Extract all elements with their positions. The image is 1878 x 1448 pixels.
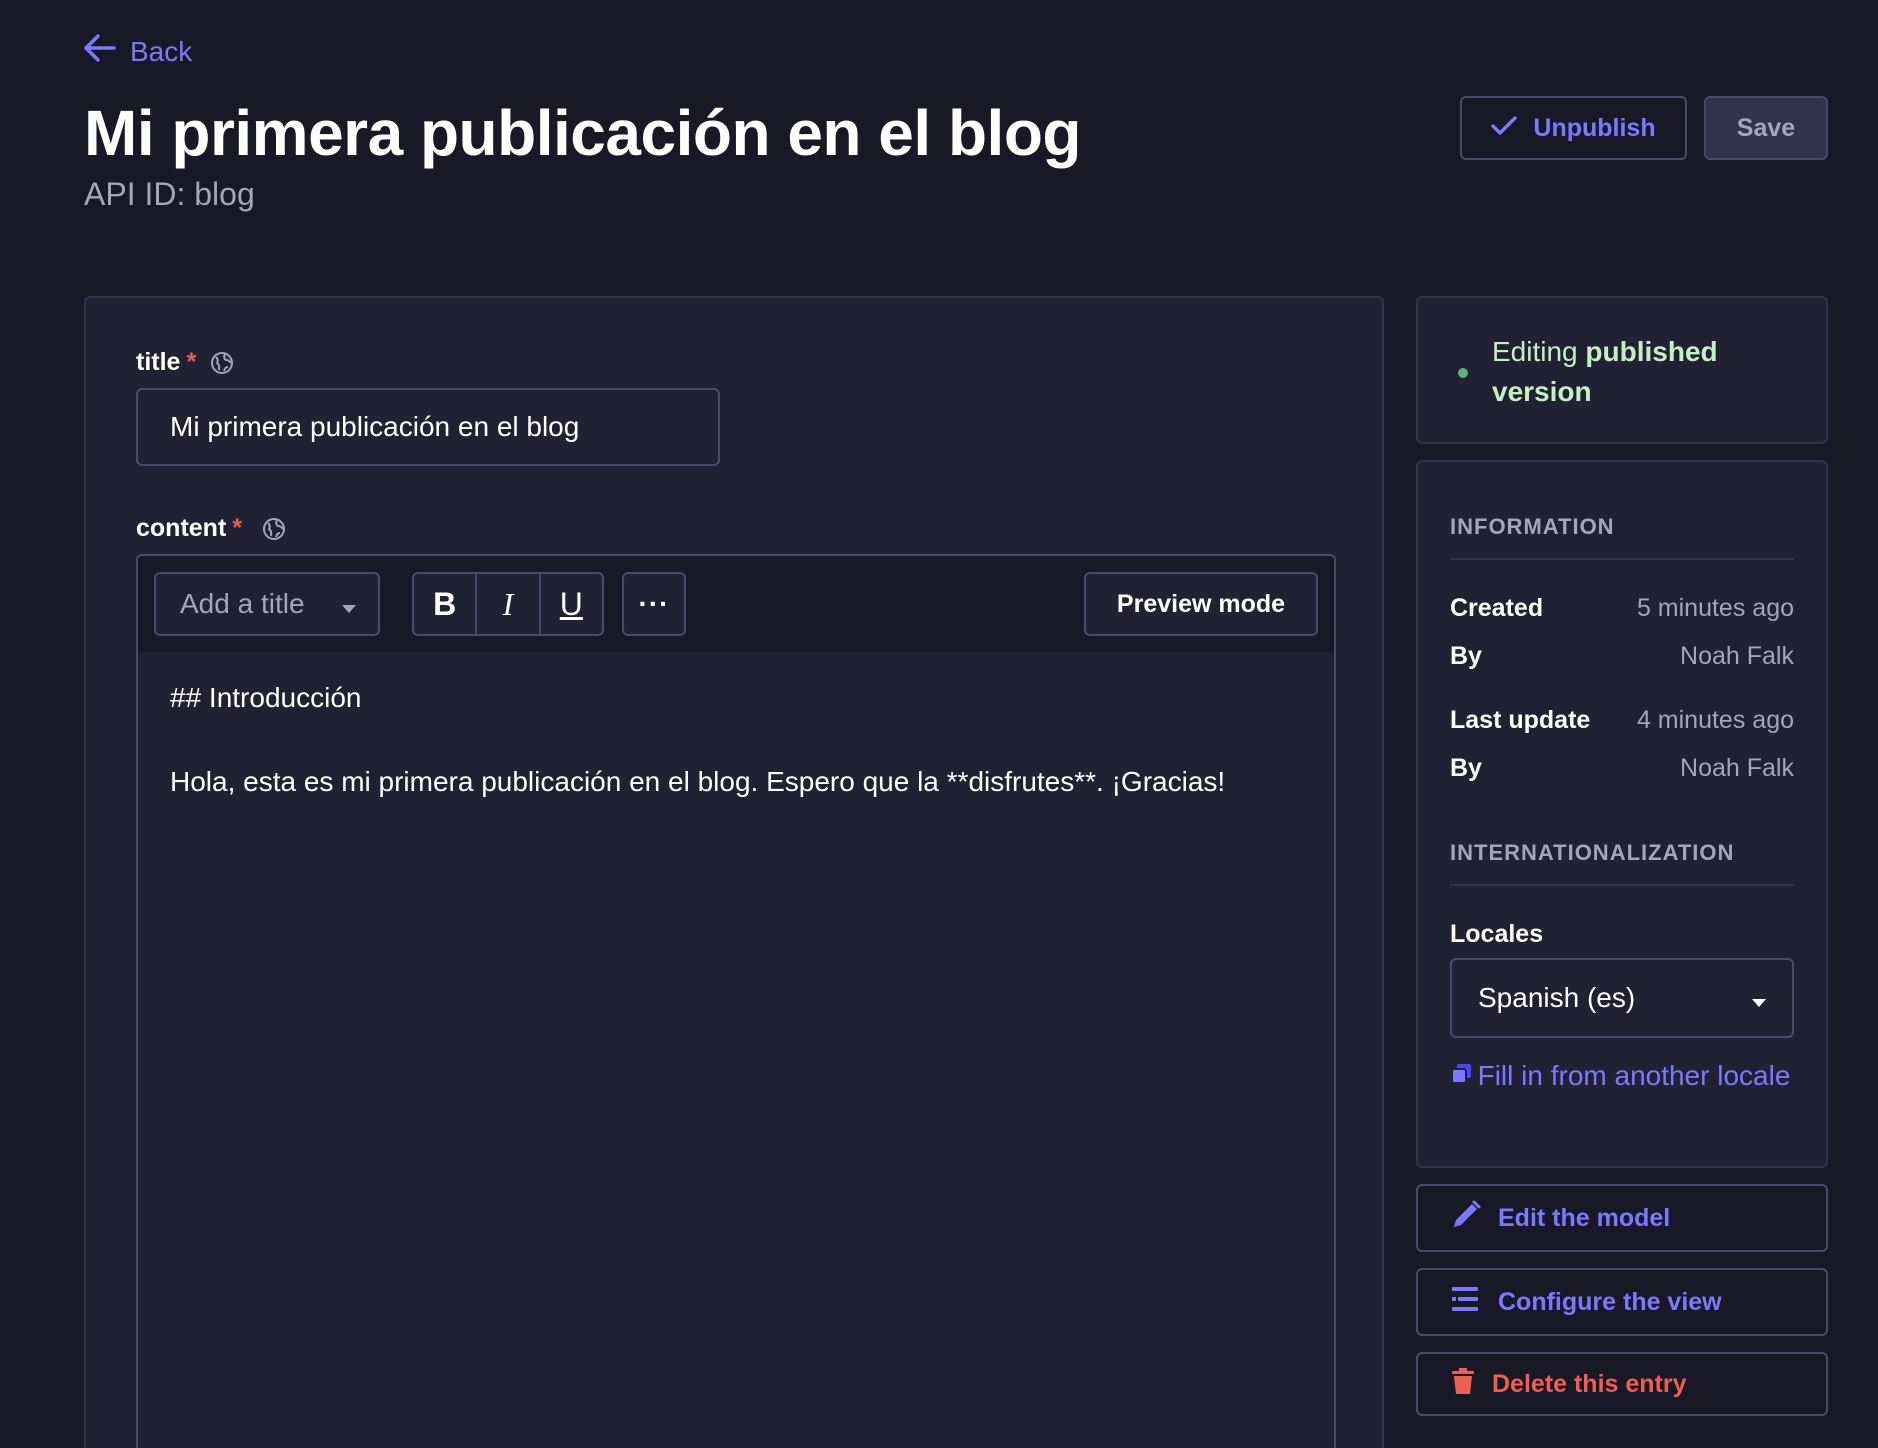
format-button-group: B I U [412, 572, 604, 636]
divider [1450, 558, 1794, 560]
info-key: By [1450, 754, 1482, 782]
content-label-text: content [136, 514, 227, 542]
information-card: INFORMATION Created 5 minutes ago By Noa… [1416, 460, 1828, 1168]
pencil-icon [1450, 1199, 1482, 1238]
configure-view-label: Configure the view [1498, 1287, 1722, 1316]
status-card: Editing published version [1416, 296, 1828, 444]
fill-from-locale-button[interactable]: Fill in from another locale [1450, 1056, 1794, 1096]
edit-form-card: title * Mi primera publicación en el blog… [84, 296, 1384, 1448]
configure-view-button[interactable]: Configure the view [1416, 1268, 1828, 1336]
info-key: Last update [1450, 706, 1591, 734]
locales-label-row: Locales [1450, 920, 1794, 949]
unpublish-button[interactable]: Unpublish [1460, 96, 1687, 160]
required-mark: * [186, 348, 197, 376]
title-label-text: title [136, 348, 181, 376]
heading-select[interactable]: Add a title [154, 572, 380, 636]
status-prefix: Editing [1492, 336, 1578, 367]
editor-line[interactable]: Hola, esta es mi primera publicación en … [170, 766, 1225, 798]
page-title: Mi primera publicación en el blog [84, 97, 1082, 169]
check-icon [1491, 114, 1518, 143]
edit-model-button[interactable]: Edit the model [1416, 1184, 1828, 1252]
title-field-label: title * [136, 348, 234, 377]
italic-button[interactable]: I [477, 574, 541, 634]
info-key: Created [1450, 594, 1544, 622]
list-layout-icon [1450, 1283, 1482, 1322]
save-button[interactable]: Save [1704, 96, 1828, 160]
info-value: Noah Falk [1680, 642, 1794, 670]
preview-mode-button[interactable]: Preview mode [1084, 572, 1318, 636]
delete-entry-button[interactable]: Delete this entry [1416, 1352, 1828, 1416]
info-value: 5 minutes ago [1636, 594, 1794, 622]
fill-from-locale-label: Fill in from another locale [1477, 1060, 1791, 1091]
info-value: 4 minutes ago [1636, 706, 1794, 734]
info-key: By [1450, 642, 1482, 670]
api-id: API ID: blog [84, 176, 255, 212]
heading-select-placeholder: Add a title [180, 588, 305, 619]
editor-toolbar: Add a title B I U ··· Preview mode [138, 556, 1334, 652]
internationalization-heading: INTERNATIONALIZATION [1450, 840, 1735, 865]
trash-icon [1450, 1367, 1476, 1402]
content-field-label: content * [136, 514, 286, 543]
status-text: Editing published version [1492, 332, 1792, 412]
markdown-editor[interactable]: Add a title B I U ··· Preview mode ## In… [136, 554, 1336, 1448]
back-label: Back [130, 35, 193, 67]
globe-icon [262, 517, 286, 541]
information-heading: INFORMATION [1450, 514, 1615, 539]
back-link[interactable]: Back [84, 34, 192, 69]
globe-icon [210, 351, 234, 375]
status-dot [1458, 368, 1468, 378]
info-row-created: Created 5 minutes ago [1450, 594, 1794, 623]
caret-down-icon [342, 588, 356, 620]
locale-select-value: Spanish (es) [1478, 982, 1636, 1013]
caret-down-icon [1752, 982, 1766, 1014]
title-input[interactable]: Mi primera publicación en el blog [136, 388, 720, 466]
divider [1450, 884, 1794, 886]
delete-entry-label: Delete this entry [1492, 1369, 1687, 1398]
arrow-left-icon [84, 34, 116, 69]
editor-line[interactable]: ## Introducción [170, 682, 361, 714]
info-row-last-update: Last update 4 minutes ago [1450, 706, 1794, 735]
unpublish-label: Unpublish [1533, 113, 1656, 142]
locales-label: Locales [1450, 920, 1544, 948]
edit-model-label: Edit the model [1498, 1203, 1671, 1232]
underline-button[interactable]: U [541, 574, 602, 634]
more-options-button[interactable]: ··· [622, 572, 686, 636]
duplicate-icon [1450, 1062, 1474, 1091]
info-value: Noah Falk [1680, 754, 1794, 782]
info-row-updated-by: By Noah Falk [1450, 754, 1794, 783]
info-row-created-by: By Noah Falk [1450, 642, 1794, 671]
required-mark: * [232, 514, 243, 542]
locale-select[interactable]: Spanish (es) [1450, 958, 1794, 1038]
bold-button[interactable]: B [414, 574, 478, 634]
